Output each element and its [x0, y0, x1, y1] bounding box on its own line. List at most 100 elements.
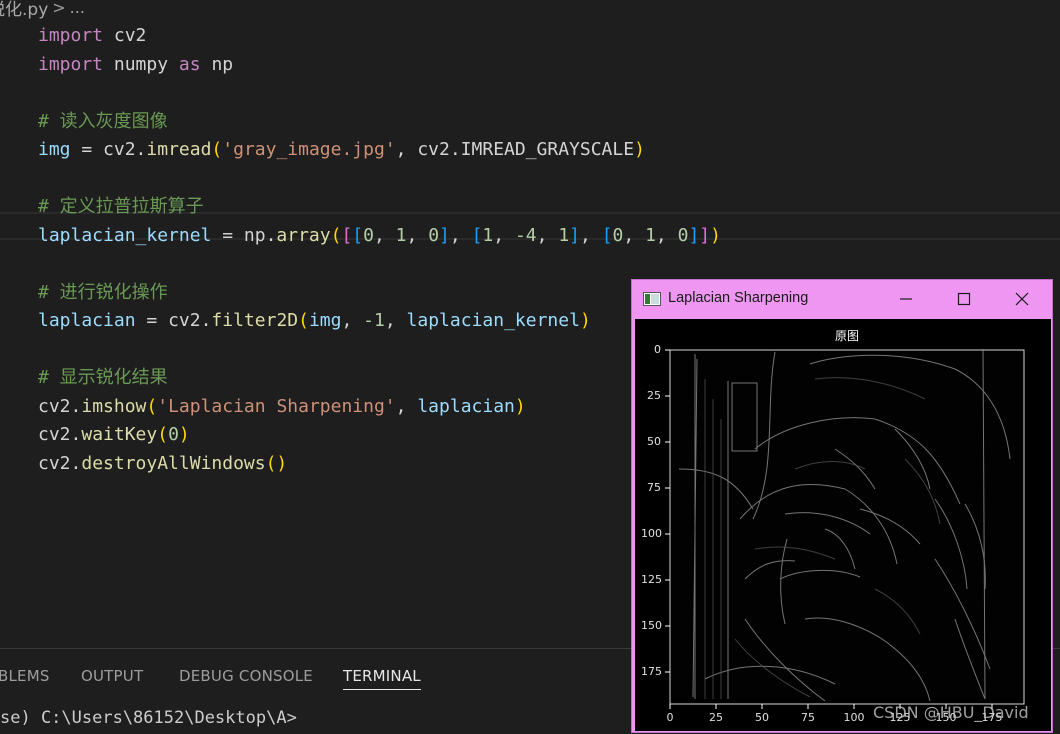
sharpened-image: [665, 348, 1025, 709]
comment: # 显示锐化结果: [38, 367, 168, 388]
bracket: ]: [439, 225, 450, 246]
maximize-button[interactable]: [942, 284, 986, 314]
code-line-13[interactable]: # 显示锐化结果: [38, 364, 168, 392]
x-tick-label: 25: [709, 711, 723, 724]
bracket: (): [265, 453, 288, 474]
string-literal: 'Laplacian Sharpening': [157, 396, 396, 417]
number: 0: [428, 225, 440, 246]
y-tick-label: 0: [654, 343, 661, 356]
breadcrumb-file[interactable]: 锐化.py: [0, 0, 48, 20]
y-tick-label: 175: [641, 665, 662, 678]
code-line-8[interactable]: laplacian_kernel = np.array([[0, 1, 0], …: [38, 222, 721, 250]
operator: =: [135, 310, 169, 331]
y-tick-label: 75: [647, 481, 661, 494]
x-tick-label: 0: [666, 711, 674, 724]
y-tick-label: 100: [641, 527, 662, 540]
module-ref: cv2.: [168, 310, 212, 331]
comma: ,: [406, 225, 429, 246]
module-ref: cv2.: [38, 424, 82, 445]
bracket: (: [211, 139, 223, 160]
comma: ,: [341, 310, 364, 331]
bracket: ): [178, 424, 190, 445]
comma: ,: [384, 310, 407, 331]
tab-terminal[interactable]: TERMINAL: [343, 663, 421, 690]
variable: img: [38, 139, 71, 160]
keyword: import: [38, 54, 104, 75]
comment: # 定义拉普拉斯算子: [38, 196, 204, 217]
window-titlebar[interactable]: Laplacian Sharpening: [632, 280, 1052, 318]
code-line-15[interactable]: cv2.waitKey(0): [38, 421, 190, 449]
bracket: ): [710, 225, 721, 246]
code-line-2[interactable]: import numpy as np: [38, 51, 233, 79]
code-line-7[interactable]: # 定义拉普拉斯算子: [38, 193, 204, 221]
bracket: (: [330, 225, 342, 246]
x-tick-label: 100: [843, 711, 865, 724]
tab-debug-console[interactable]: DEBUG CONSOLE: [179, 663, 313, 689]
module-name: cv2: [113, 25, 147, 46]
comma: ,: [580, 225, 602, 246]
comment: # 读入灰度图像: [38, 111, 168, 132]
code-line-5[interactable]: img = cv2.imread('gray_image.jpg', cv2.I…: [38, 136, 645, 164]
bracket: ]: [699, 225, 711, 246]
code-line-16[interactable]: cv2.destroyAllWindows(): [38, 450, 287, 478]
comment: # 进行锐化操作: [38, 282, 168, 303]
comma: ,: [623, 225, 646, 246]
bracket: (: [298, 310, 309, 331]
tab-output[interactable]: OUTPUT: [81, 663, 143, 689]
variable: laplacian: [38, 310, 136, 331]
argument: , cv2.IMREAD_GRAYSCALE: [395, 139, 635, 160]
chevron-right-icon: >: [52, 0, 66, 17]
module-name: numpy: [113, 54, 169, 75]
number: 0: [363, 225, 374, 246]
number: 1: [395, 225, 407, 246]
bracket: [: [601, 225, 613, 246]
number: 0: [168, 424, 179, 445]
y-tick-label: 25: [647, 389, 661, 402]
bracket: ]: [688, 225, 700, 246]
minimize-icon: [900, 298, 912, 300]
bracket: [: [352, 225, 364, 246]
image-canvas[interactable]: 原图 0 25 50 75 100 125 150 175 0 25 50 75…: [635, 319, 1051, 731]
keyword: import: [38, 25, 104, 46]
terminal-prompt[interactable]: se) C:\Users\86152\Desktop\A>: [0, 705, 297, 731]
bracket: [: [341, 225, 353, 246]
breadcrumb-more[interactable]: ...: [70, 0, 85, 17]
tab-problems[interactable]: BLEMS: [0, 663, 50, 689]
bracket: ): [634, 139, 645, 160]
number: 1: [558, 225, 570, 246]
minimize-button[interactable]: [884, 284, 928, 314]
operator: =: [70, 139, 104, 160]
bracket: [: [471, 225, 483, 246]
module-alias: np: [211, 54, 234, 75]
function-name: destroyAllWindows: [81, 453, 266, 474]
y-tick-label: 125: [641, 573, 662, 586]
module-ref: cv2.: [38, 453, 82, 474]
window-title: Laplacian Sharpening: [668, 290, 809, 306]
number: -1: [363, 310, 385, 331]
close-button[interactable]: [1000, 284, 1044, 314]
module-ref: np.: [243, 225, 277, 246]
comma: ,: [655, 225, 678, 246]
comma: ,: [536, 225, 559, 246]
breadcrumb[interactable]: 锐化.py > ...: [0, 0, 85, 20]
opencv-window[interactable]: Laplacian Sharpening 原图 0 25 50 75 100 1…: [631, 279, 1053, 733]
code-line-4[interactable]: # 读入灰度图像: [38, 108, 168, 136]
code-line-10[interactable]: # 进行锐化操作: [38, 279, 168, 307]
number: -4: [514, 225, 537, 246]
operator: =: [211, 225, 244, 246]
bracket: (: [146, 396, 158, 417]
code-line-1[interactable]: import cv2: [38, 22, 146, 50]
app-icon: [643, 292, 661, 306]
code-line-11[interactable]: laplacian = cv2.filter2D(img, -1, laplac…: [38, 307, 591, 335]
function-name: array: [276, 225, 331, 246]
bracket: ): [514, 396, 526, 417]
comma: ,: [449, 225, 472, 246]
comma: ,: [373, 225, 396, 246]
variable: laplacian_kernel: [38, 225, 212, 246]
code-line-14[interactable]: cv2.imshow('Laplacian Sharpening', lapla…: [38, 393, 526, 421]
watermark: CSDN @HBU_David: [873, 703, 1029, 722]
argument: laplacian: [417, 396, 515, 417]
number: 0: [612, 225, 624, 246]
keyword: as: [178, 54, 201, 75]
module-ref: cv2.: [38, 396, 82, 417]
